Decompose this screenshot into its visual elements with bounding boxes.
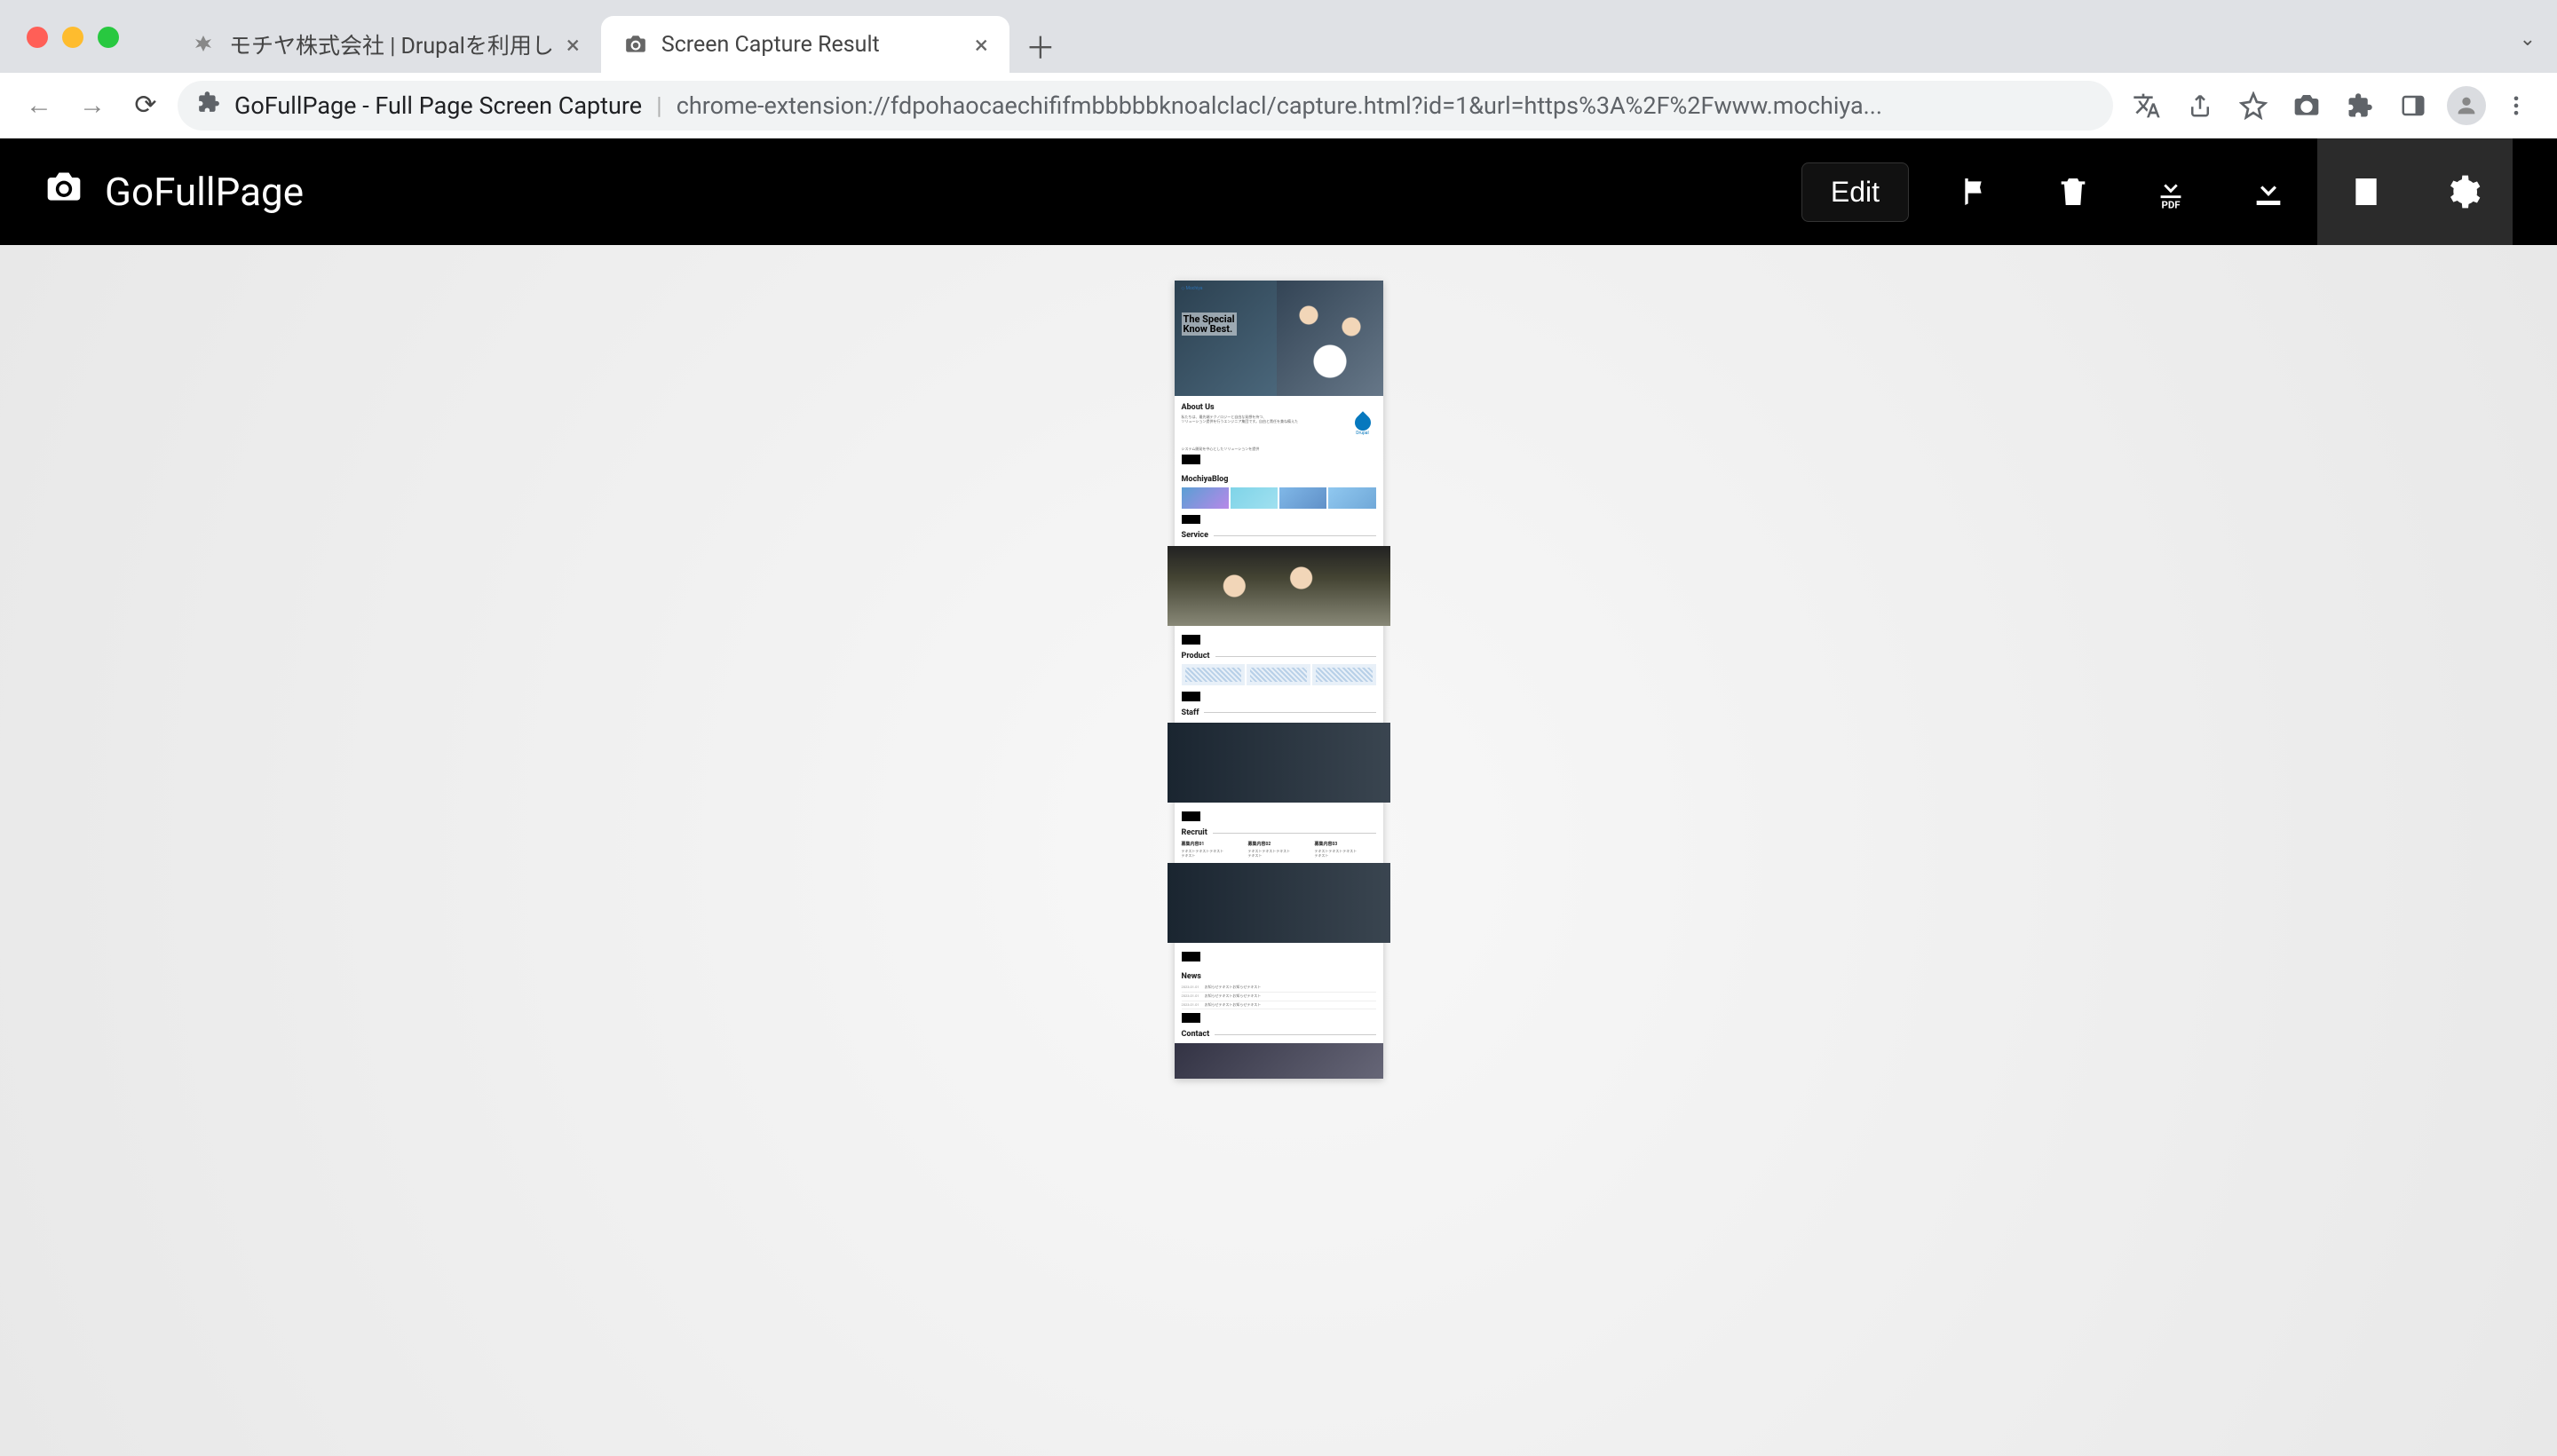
window-controls	[27, 27, 119, 48]
share-icon[interactable]	[2177, 83, 2223, 129]
section-news: News 2023.01.01お知らせテキストお知らせテキスト 2023.01.…	[1175, 965, 1383, 1026]
tab-overflow-icon[interactable]: ⌄	[2520, 28, 2536, 51]
profile-avatar[interactable]	[2447, 86, 2486, 125]
window-close-icon[interactable]	[27, 27, 48, 48]
back-button[interactable]: ←	[18, 84, 60, 127]
hero-image	[1277, 281, 1383, 396]
heading-blog: MochiyaBlog	[1182, 475, 1376, 485]
heading-staff: Staff	[1182, 708, 1199, 718]
capture-site-logo: ◇ Mochiya	[1182, 286, 1203, 291]
service-photo	[1168, 546, 1390, 626]
reload-button[interactable]: ⟳	[124, 84, 167, 127]
news-list: 2023.01.01お知らせテキストお知らせテキスト 2023.01.01お知ら…	[1182, 984, 1376, 1009]
kebab-menu-icon[interactable]	[2493, 83, 2539, 129]
blog-thumbnails	[1182, 487, 1376, 509]
capture-viewport[interactable]: ◇ Mochiya The Special Know Best. About U…	[0, 245, 2557, 1456]
url-title: GoFullPage - Full Page Screen Capture	[234, 91, 642, 120]
contact-photo	[1175, 1043, 1383, 1079]
product-thumbnails	[1182, 664, 1376, 685]
app-header: GoFullPage Edit PDF	[0, 138, 2557, 245]
camera-icon	[44, 168, 83, 217]
download-image-button[interactable]	[2220, 138, 2317, 245]
url-path: chrome-extension://fdpohaocaechififmbbbb…	[677, 91, 1882, 120]
camera-icon	[622, 31, 649, 58]
section-about: About Us Drupal 私たちは、最先端テクノロジーと自由な発想を持つ、…	[1175, 396, 1383, 468]
tab-capture-result[interactable]: Screen Capture Result ×	[601, 16, 1009, 73]
screenshot-extension-icon[interactable]	[2284, 83, 2330, 129]
section-contact: Contact	[1175, 1026, 1383, 1043]
button-more	[1182, 635, 1200, 645]
forward-button[interactable]: →	[71, 84, 114, 127]
settings-button[interactable]	[2415, 138, 2513, 245]
window-zoom-icon[interactable]	[98, 27, 119, 48]
section-blog: MochiyaBlog	[1175, 468, 1383, 528]
about-body: 私たちは、最先端テクノロジーと自由な発想を持つ、ソリューション提供を行うエンジニ…	[1182, 415, 1376, 423]
tab-mochiya[interactable]: モチヤ株式会社 | Drupalを利用し ×	[169, 16, 601, 73]
button-more	[1182, 952, 1200, 961]
delete-button[interactable]	[2024, 138, 2122, 245]
hero-headline: The Special Know Best.	[1182, 313, 1237, 336]
address-bar[interactable]: GoFullPage - Full Page Screen Capture | …	[178, 81, 2113, 131]
files-button[interactable]	[2317, 138, 2415, 245]
svg-text:PDF: PDF	[2161, 199, 2181, 210]
report-button[interactable]	[1927, 138, 2024, 245]
tab-title: Screen Capture Result	[661, 32, 880, 58]
bookmark-icon[interactable]	[2230, 83, 2276, 129]
button-more	[1182, 811, 1200, 821]
section-service: Service	[1175, 527, 1383, 544]
section-staff: Staff	[1175, 705, 1383, 722]
translate-icon[interactable]	[2124, 83, 2170, 129]
section-product: Product	[1175, 648, 1383, 705]
extension-icon	[197, 91, 220, 120]
browser-tab-strip: モチヤ株式会社 | Drupalを利用し × Screen Capture Re…	[0, 0, 2557, 73]
close-icon[interactable]: ×	[975, 30, 988, 59]
heading-about: About Us	[1182, 403, 1376, 413]
staff-photo	[1168, 723, 1390, 803]
app-name: GoFullPage	[105, 169, 304, 215]
sidepanel-icon[interactable]	[2390, 83, 2436, 129]
drupal-icon: Drupal	[1350, 415, 1376, 441]
button-more	[1182, 515, 1200, 525]
capture-hero: ◇ Mochiya The Special Know Best.	[1175, 281, 1383, 396]
button-more	[1182, 455, 1200, 464]
recruit-photo	[1168, 863, 1390, 943]
window-minimize-icon[interactable]	[62, 27, 83, 48]
favicon-icon	[190, 31, 217, 58]
heading-recruit: Recruit	[1182, 828, 1207, 838]
captured-page-preview[interactable]: ◇ Mochiya The Special Know Best. About U…	[1175, 281, 1383, 1079]
url-separator: |	[656, 91, 662, 120]
app-toolbar: Edit PDF	[1801, 138, 2513, 245]
button-more	[1182, 1013, 1200, 1023]
extensions-icon[interactable]	[2337, 83, 2383, 129]
heading-contact: Contact	[1182, 1030, 1210, 1040]
new-tab-button[interactable]: ＋	[1018, 23, 1063, 67]
section-recruit: Recruit 募集内容01テキストテキストテキストテキスト 募集内容02テキス…	[1175, 825, 1383, 861]
close-icon[interactable]: ×	[566, 30, 580, 59]
address-bar-row: ← → ⟳ GoFullPage - Full Page Screen Capt…	[0, 73, 2557, 138]
tab-title: モチヤ株式会社 | Drupalを利用し	[229, 28, 554, 60]
heading-service: Service	[1182, 531, 1209, 541]
app-logo[interactable]: GoFullPage	[44, 168, 304, 217]
button-more	[1182, 692, 1200, 701]
heading-news: News	[1182, 972, 1376, 982]
heading-product: Product	[1182, 652, 1210, 661]
edit-button[interactable]: Edit	[1801, 162, 1909, 222]
download-pdf-button[interactable]: PDF	[2122, 138, 2220, 245]
